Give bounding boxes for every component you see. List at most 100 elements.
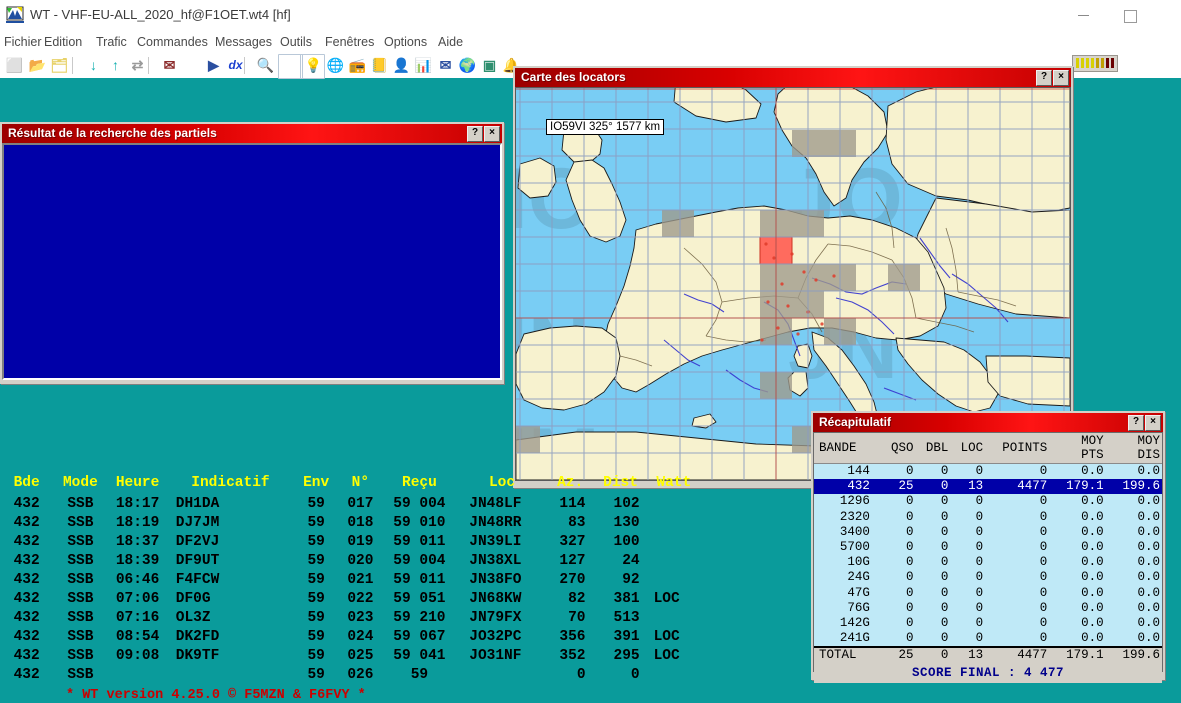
recap-content[interactable]: BANDE QSO DBL LOC POINTS MOY PTS MOY DIS… — [813, 432, 1163, 672]
menu-item-aide[interactable]: Aide — [434, 33, 467, 51]
recap-row[interactable]: 14400000.00.0 — [814, 464, 1162, 480]
recap-cell-bande: 47G — [814, 586, 878, 601]
recap-row[interactable]: 570000000.00.0 — [814, 540, 1162, 555]
qso-cell-bde: 432 — [0, 647, 53, 666]
recap-row[interactable]: 241G00000.00.0 — [814, 631, 1162, 647]
recap-cell-dbl: 0 — [916, 601, 951, 616]
mail-icon[interactable]: ✉ — [160, 56, 179, 75]
close-icon[interactable]: × — [484, 126, 500, 142]
menu-item-messages[interactable]: Messages — [211, 33, 276, 51]
map-window-title-bar[interactable]: Carte des locators ?× — [515, 68, 1071, 87]
recap-row[interactable]: 76G00000.00.0 — [814, 601, 1162, 616]
qso-cell-loc: JO32PC — [457, 628, 547, 647]
log-window-icon[interactable]: ▤ — [282, 56, 301, 75]
qso-cell-bde: 432 — [0, 590, 53, 609]
map-window-buttons: ?× — [1035, 70, 1069, 85]
qso-cell-recu: 59 004 — [382, 495, 458, 514]
close-icon[interactable]: × — [1145, 415, 1161, 431]
recap-cell-qso: 0 — [878, 510, 916, 525]
world-map-icon[interactable]: 🌍 — [458, 56, 477, 75]
recap-row[interactable]: 432250134477179.1199.6 — [814, 479, 1162, 494]
qso-cell-bde: 432 — [0, 628, 53, 647]
recap-col-loc: LOC — [950, 433, 985, 464]
recap-row[interactable]: 10G00000.00.0 — [814, 555, 1162, 570]
dx-cluster-icon[interactable]: dx — [226, 56, 245, 75]
col-recu: Reçu — [382, 474, 458, 495]
new-message-icon[interactable]: ✎ — [182, 56, 201, 75]
save-file-icon[interactable]: 🗂 — [50, 56, 69, 75]
maximize-button[interactable] — [1107, 0, 1153, 30]
qso-log-row[interactable]: 432SSB08:54DK2FD5902459 067JO32PC356391L… — [0, 628, 700, 647]
recap-cell-qso: 0 — [878, 631, 916, 647]
recap-row[interactable]: 24G00000.00.0 — [814, 570, 1162, 585]
transfer-icon[interactable]: ⇄ — [128, 56, 147, 75]
qso-log-row[interactable]: 432SSB18:39DF9UT5902059 004JN38XL12724 — [0, 552, 700, 571]
qso-cell-az: 83 — [547, 514, 594, 533]
recap-row[interactable]: 47G00000.00.0 — [814, 586, 1162, 601]
partials-search-window[interactable]: Résultat de la recherche des partiels ?× — [0, 122, 504, 384]
qso-cell-env: 59 — [293, 495, 339, 514]
menu-item-outils[interactable]: Outils — [276, 33, 316, 51]
recap-cell-moy_dis: 0.0 — [1106, 616, 1162, 631]
qso-cell-dist: 0 — [594, 666, 648, 685]
window-title: WT - VHF-EU-ALL_2020_hf@F1OET.wt4 [hf] — [30, 6, 291, 24]
statistics-icon[interactable]: 📊 — [414, 56, 433, 75]
qso-log-row[interactable]: 432SSB18:19DJ7JM5901859 010JN48RR83130 — [0, 514, 700, 533]
recap-row[interactable]: 129600000.00.0 — [814, 494, 1162, 509]
operator-icon[interactable]: 👤 — [392, 56, 411, 75]
recap-cell-moy_pts: 179.1 — [1049, 479, 1105, 494]
qso-log-row[interactable]: 432SSB18:37DF2VJ5901959 011JN39LI327100 — [0, 533, 700, 552]
qso-cell-watt — [648, 533, 700, 552]
qso-cell-bde: 432 — [0, 552, 53, 571]
open-file-icon[interactable]: 📂 — [28, 56, 47, 75]
qso-log-row[interactable]: 432SSB18:17DH1DA5901759 004JN48LF114102 — [0, 495, 700, 514]
menu-item-commandes[interactable]: Commandes — [133, 33, 212, 51]
close-icon[interactable]: × — [1053, 70, 1069, 86]
recap-cell-moy_pts: 0.0 — [1049, 464, 1105, 480]
qsl-icon[interactable]: ✉ — [436, 56, 455, 75]
recap-cell-moy_pts: 0.0 — [1049, 555, 1105, 570]
minimize-button[interactable] — [1061, 0, 1107, 30]
menu-item-edition[interactable]: Edition — [40, 33, 86, 51]
qso-cell-dist: 92 — [594, 571, 648, 590]
qso-log-row[interactable]: 432SSB07:16OL3Z5902359 210JN79FX70513 — [0, 609, 700, 628]
screen-icon[interactable]: ▣ — [480, 56, 499, 75]
qso-cell-az: 270 — [547, 571, 594, 590]
meter-segment — [1091, 58, 1094, 68]
menu-item-fichier[interactable]: Fichier — [0, 33, 46, 51]
help-icon[interactable]: ? — [467, 126, 483, 142]
recap-window-title-bar[interactable]: Récapitulatif ?× — [813, 413, 1163, 432]
qso-cell-recu: 59 — [382, 666, 458, 685]
partials-window-title-bar[interactable]: Résultat de la recherche des partiels ?× — [2, 124, 502, 143]
qso-log-row[interactable]: 432SSB07:06DF0G5902259 051JN68KW82381LOC — [0, 590, 700, 609]
notes-icon[interactable]: 📒 — [370, 56, 389, 75]
help-icon[interactable]: ? — [1128, 415, 1144, 431]
qso-log-row[interactable]: 432SSB09:08DK9TF5902559 041JO31NF352295L… — [0, 647, 700, 666]
download-icon[interactable]: ↓ — [84, 56, 103, 75]
menu-item-trafic[interactable]: Trafic — [92, 33, 131, 51]
locator-map-icon[interactable]: 💡 — [304, 56, 323, 75]
partials-result-list[interactable] — [2, 143, 502, 380]
upload-icon[interactable]: ↑ — [106, 56, 125, 75]
packet-icon[interactable]: ▶ — [204, 56, 223, 75]
help-icon[interactable]: ? — [1036, 70, 1052, 86]
new-file-icon[interactable]: ⬜ — [5, 56, 24, 75]
qso-log-row[interactable]: 432SSB06:46F4FCW5902159 011JN38FO27092 — [0, 571, 700, 590]
recap-row[interactable]: 142G00000.00.0 — [814, 616, 1162, 631]
radio-icon[interactable]: 📻 — [348, 56, 367, 75]
qso-cell-heure: 07:16 — [107, 609, 167, 628]
recap-total-loc: 13 — [950, 647, 985, 663]
recap-cell-dbl: 0 — [916, 525, 951, 540]
recap-row[interactable]: 340000000.00.0 — [814, 525, 1162, 540]
qso-log-row[interactable]: 432SSB590265900 — [0, 666, 700, 685]
recap-row[interactable]: 232000000.00.0 — [814, 510, 1162, 525]
search-icon[interactable]: 🔍 — [256, 56, 275, 75]
recap-cell-moy_dis: 0.0 — [1106, 631, 1162, 647]
recapitulatif-window[interactable]: Récapitulatif ?× BANDE QSO DBL LOC POINT… — [811, 411, 1165, 680]
qso-cell-az: 352 — [547, 647, 594, 666]
menu-item-fentres[interactable]: Fenêtres — [321, 33, 378, 51]
multipliers-icon[interactable]: 🌐 — [326, 56, 345, 75]
qso-log-panel[interactable]: Bde Mode Heure Indicatif Env N° Reçu Loc… — [0, 474, 700, 703]
menu-item-options[interactable]: Options — [380, 33, 431, 51]
recap-cell-moy_dis: 199.6 — [1106, 479, 1162, 494]
